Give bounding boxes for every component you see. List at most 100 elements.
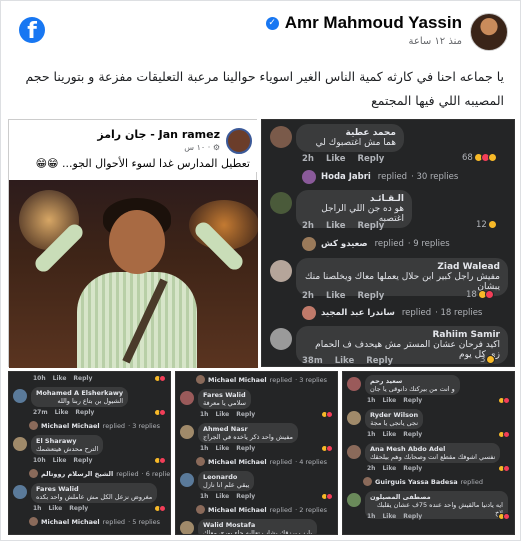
avatar	[180, 473, 194, 487]
avatar	[347, 377, 361, 391]
reaction-icons[interactable]	[498, 431, 510, 438]
author-block: ✓ Amr Mahmoud Yassin منذ ١٢ ساعة	[265, 13, 463, 47]
view-replies-link[interactable]: Michael Michael replied · 3 replies	[29, 421, 160, 430]
commenter-name[interactable]: مصطفى المصيلون	[370, 493, 503, 501]
reaction-icons[interactable]	[498, 465, 510, 472]
comment-text: مغروض نزعل الكل مش عاملش واحد بكده	[36, 493, 153, 501]
verified-badge-icon: ✓	[265, 16, 279, 30]
avatar	[13, 389, 27, 403]
avatar	[347, 411, 361, 425]
comment-actions: 10h Like Reply	[33, 375, 93, 382]
reaction-icons[interactable]	[321, 411, 333, 418]
view-replies-link[interactable]: Michael Michael replied · 4 replies	[196, 457, 327, 466]
avatar	[270, 126, 292, 148]
comment-actions: 1h Like Reply	[367, 513, 423, 520]
comment-actions: 1h Like Reply	[200, 493, 256, 500]
reaction-icons[interactable]	[154, 505, 166, 512]
comment-actions: 1h Like Reply	[367, 397, 423, 404]
screenshot-comments-3[interactable]: Michael Michael replied · 3 replies Fares W…	[175, 371, 338, 535]
reaction-count[interactable]: 3	[480, 355, 496, 365]
comment-bubble: Mohamed A Elsherkawy الشيول بن بتاع ربنا …	[31, 387, 129, 407]
reaction-count[interactable]: 12	[476, 220, 497, 230]
avatar	[13, 485, 27, 499]
avatar	[180, 521, 194, 534]
reaction-icons[interactable]	[498, 513, 510, 520]
screenshot-jan-ramez-post[interactable]: جان رامز - Jan ramez ١٠ س · ⚙ تعطيل المد…	[8, 119, 258, 368]
commenter-name[interactable]: Ana Mesh Abdo Adel	[370, 445, 495, 453]
reaction-count[interactable]: 18	[466, 290, 494, 300]
commenter-name[interactable]: Fares Walid	[36, 485, 152, 493]
comment-actions: 2h Like Reply	[302, 291, 385, 301]
post-timestamp[interactable]: منذ ١٢ ساعة	[266, 36, 463, 47]
comment-actions: 1h Like Reply	[367, 431, 423, 438]
post-header: ✓ Amr Mahmoud Yassin منذ ١٢ ساعة	[265, 13, 508, 51]
reaction-icons[interactable]	[321, 493, 333, 500]
view-replies-link[interactable]: الشيخ الرسلام رووتالم replied · 6 replies	[29, 469, 170, 478]
avatar	[270, 192, 292, 214]
comment-actions: 2h Like Reply	[302, 221, 385, 231]
comment-text: نفسي اشوفك مقطع انت وصحابك وهم بيلحقك	[370, 453, 496, 461]
avatar	[180, 391, 194, 405]
comment-text: الشيول بن بتاع ربنا والله	[57, 397, 124, 405]
comment-bubble: Leonardo يبقي علم انا نازل	[198, 471, 255, 491]
embedded-post-text: تعطيل المدارس غدا لسوء الأحوال الجو... 😁…	[35, 157, 250, 170]
comment-text: و انت من بيركتك دانوقى يا جان	[370, 385, 455, 393]
view-replies-link[interactable]: صعيدو كش replied · 9 replies	[302, 237, 450, 251]
view-replies-link[interactable]: Guirguis Yassa Badesa replied	[363, 477, 486, 486]
comment-actions: 27m Like Reply	[33, 409, 95, 416]
facebook-post: f ✓ Amr Mahmoud Yassin منذ ١٢ ساعة يا جم…	[0, 0, 521, 541]
comment-actions: 10h Like Reply	[33, 457, 93, 464]
commenter-name[interactable]: Ahmed Nasr	[203, 425, 293, 433]
screenshot-comments-4[interactable]: سعيد رحم و انت من بيركتك دانوقى يا جان 1h L…	[342, 371, 515, 535]
author-avatar[interactable]	[470, 13, 508, 51]
view-replies-link[interactable]: ساندرا عبد المجيد replied · 18 replies	[302, 306, 482, 320]
view-replies-link[interactable]: Michael Michael replied · 5 replies	[29, 517, 160, 526]
comment-actions: 1h Like Reply	[33, 505, 89, 512]
reaction-icons[interactable]	[154, 409, 166, 416]
comment-bubble: Fares Walid سلامي يا معرفة	[198, 389, 251, 409]
post-author-name[interactable]: Amr Mahmoud Yassin	[285, 13, 462, 33]
comment-bubble: Ana Mesh Abdo Adel نفسي اشوفك مقطع انت وص…	[365, 443, 501, 463]
screenshot-comments-1[interactable]: محمد عطية هما مش اغتصبوك لي 2h Like Reply …	[261, 119, 515, 367]
screenshot-comments-2[interactable]: 10h Like Reply Mohamed A Elsherkawy الشيول ب…	[8, 371, 171, 535]
facebook-logo-icon[interactable]: f	[19, 17, 45, 43]
commenter-name[interactable]: Fares Walid	[203, 391, 246, 399]
avatar	[270, 260, 292, 282]
comment-bubble: محمد عطية هما مش اغتصبوك لي	[296, 124, 404, 152]
comment-actions: 2h Like Reply	[367, 465, 423, 472]
commenter-name[interactable]: Mohamed A Elsherkawy	[36, 389, 123, 397]
view-replies-link[interactable]: Hoda Jabri replied · 30 replies	[302, 170, 458, 184]
comment-actions: 1h Like Reply	[200, 445, 256, 452]
commenter-name[interactable]: Leonardo	[203, 473, 249, 481]
comment-actions: 38m Like Reply	[302, 356, 394, 366]
avatar	[347, 493, 361, 507]
reaction-count[interactable]: 68	[462, 153, 497, 163]
reaction-icons[interactable]	[321, 445, 333, 452]
post-caption: يا جماعه احنا في كارثه كمية الناس الغير …	[25, 69, 504, 108]
comment-bubble: Fares Walid مغروض نزعل الكل مش عاملش واحد…	[31, 483, 158, 503]
reaction-icons[interactable]	[154, 457, 166, 464]
comment-bubble: سعيد رحم و انت من بيركتك دانوقى يا جان	[365, 375, 460, 395]
comment-bubble: Walid Mostafa يارب يرزقك بشاب تعاليه جاء …	[198, 519, 318, 534]
avatar	[13, 437, 27, 451]
comment-bubble: Ahmed Nasr مفيش واحد ذكر ياخده في الجراج	[198, 423, 299, 443]
comment-text: نجى يانجى يا مجة	[370, 419, 419, 427]
comment-text: يبقي علم انا نازل	[203, 481, 250, 489]
commenter-name[interactable]: Ryder Wilson	[370, 411, 418, 419]
commenter-name[interactable]: سعيد رحم	[370, 377, 455, 385]
comment-text: مفيش واحد ذكر ياخده في الجراج	[203, 433, 294, 441]
view-replies-link[interactable]: Michael Michael replied · 3 replies	[196, 375, 327, 384]
commenter-name[interactable]: Walid Mostafa	[203, 521, 312, 529]
view-replies-link[interactable]: Michael Michael replied · 2 replies	[196, 505, 327, 514]
reaction-icons[interactable]	[498, 397, 510, 404]
comment-text: سلامي يا معرفة	[203, 399, 246, 407]
comment-actions: 2h Like Reply	[302, 154, 385, 164]
comment-bubble: El Sharawy الترح محدش هيتعشمك	[31, 435, 104, 455]
comment-text: الترح محدش هيتعشمك	[36, 445, 99, 453]
avatar	[270, 328, 292, 350]
reaction-icons[interactable]	[154, 375, 166, 382]
embedded-post-author: جان رامز - Jan ramez	[97, 128, 220, 141]
commenter-name[interactable]: El Sharawy	[36, 437, 98, 445]
avatar	[226, 128, 252, 154]
avatar	[347, 445, 361, 459]
